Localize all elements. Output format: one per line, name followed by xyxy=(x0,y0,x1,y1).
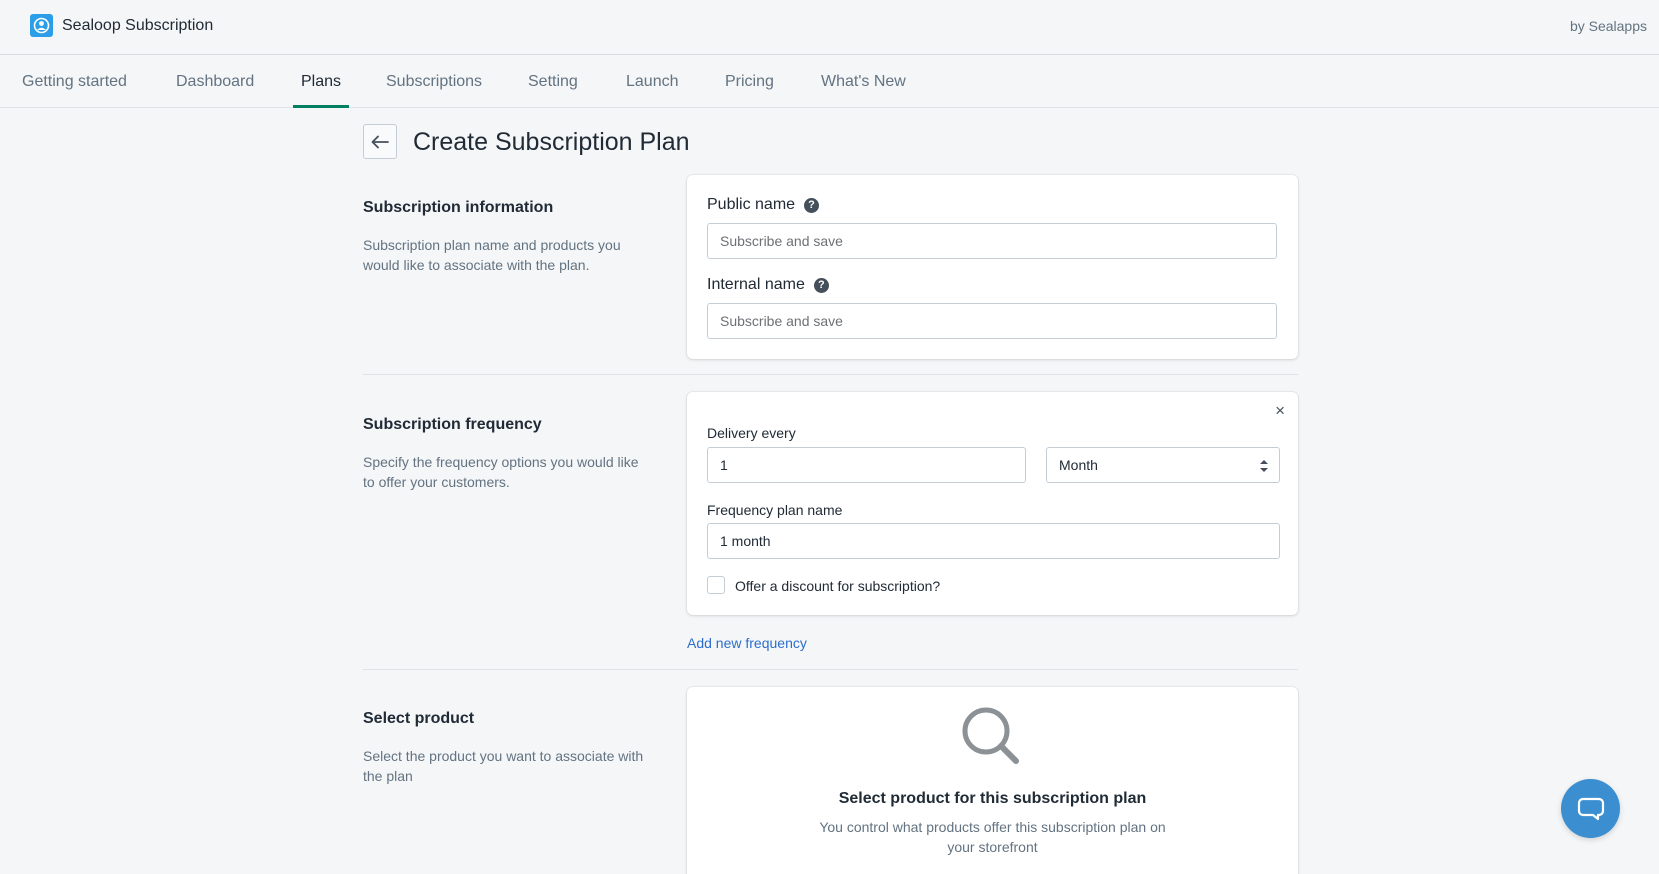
empty-state-title: Select product for this subscription pla… xyxy=(838,790,1147,807)
frequency-plan-name-input[interactable] xyxy=(707,523,1280,559)
public-name-label: Public name xyxy=(707,196,796,213)
question-circle-icon[interactable]: ? xyxy=(813,277,829,293)
internal-name-input[interactable] xyxy=(707,303,1277,339)
subscription-frequency-heading: Subscription frequency xyxy=(363,416,542,433)
tab-setting[interactable]: Setting xyxy=(528,55,578,108)
tab-dashboard[interactable]: Dashboard xyxy=(176,55,254,108)
subscription-info-heading: Subscription information xyxy=(363,199,554,216)
chat-bubble-icon xyxy=(1577,797,1604,820)
app-name: Sealoop Subscription xyxy=(62,17,214,34)
arrow-left-icon xyxy=(371,135,389,148)
delivery-interval-input[interactable] xyxy=(707,447,1026,483)
discount-checkbox[interactable] xyxy=(707,576,725,594)
tab-launch[interactable]: Launch xyxy=(626,55,679,108)
discount-checkbox-label[interactable]: Offer a discount for subscription? xyxy=(735,578,940,594)
tab-plans[interactable]: Plans xyxy=(292,55,350,108)
frequency-card: × Delivery every Month Frequency plan na… xyxy=(687,392,1298,615)
internal-name-label: Internal name xyxy=(707,276,805,293)
select-product-heading: Select product xyxy=(363,710,475,727)
section-divider xyxy=(363,374,1298,375)
question-circle-icon[interactable]: ? xyxy=(804,197,820,213)
chat-support-button[interactable] xyxy=(1561,779,1620,838)
interval-unit-value: Month xyxy=(1059,457,1098,473)
public-name-label-row: Public name ? xyxy=(707,196,820,214)
close-icon[interactable]: × xyxy=(1275,401,1285,421)
tab-pricing[interactable]: Pricing xyxy=(725,55,774,108)
developer-credit: by Sealapps xyxy=(1569,18,1647,34)
select-arrows-icon xyxy=(1260,460,1268,472)
back-button[interactable] xyxy=(363,124,397,159)
app-logo-icon xyxy=(30,14,53,37)
add-new-frequency-link[interactable]: Add new frequency xyxy=(687,635,807,651)
internal-name-label-row: Internal name ? xyxy=(707,276,829,294)
top-bar: Sealoop Subscription by Sealapps xyxy=(0,0,1659,55)
subscription-frequency-description: Specify the frequency options you would … xyxy=(363,454,639,490)
subscription-info-card: Public name ? Internal name ? xyxy=(687,175,1298,359)
tab-subscriptions[interactable]: Subscriptions xyxy=(386,55,482,108)
select-product-card: Select product for this subscription pla… xyxy=(687,687,1298,874)
interval-unit-select[interactable]: Month xyxy=(1046,447,1280,483)
tab-whats-new[interactable]: What's New xyxy=(821,55,906,108)
subscription-info-description: Subscription plan name and products you … xyxy=(363,237,621,273)
select-product-description: Select the product you want to associate… xyxy=(363,748,644,784)
tab-getting-started[interactable]: Getting started xyxy=(22,55,127,108)
empty-state-description: You control what products offer this sub… xyxy=(819,819,1166,855)
page-title: Create Subscription Plan xyxy=(413,128,690,156)
main-navigation: Getting started Dashboard Plans Subscrip… xyxy=(0,55,1659,108)
section-divider xyxy=(363,669,1298,670)
delivery-every-label: Delivery every xyxy=(707,425,796,441)
search-icon xyxy=(962,707,1019,764)
public-name-input[interactable] xyxy=(707,223,1277,259)
frequency-plan-name-label: Frequency plan name xyxy=(707,502,843,518)
